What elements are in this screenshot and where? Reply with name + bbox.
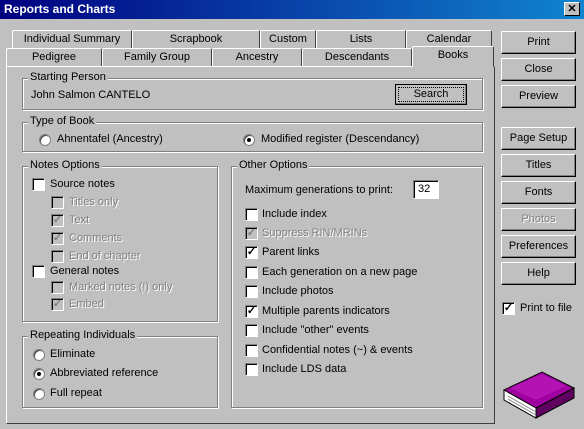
notes-options-legend: Notes Options	[28, 159, 102, 171]
comments-label: Comments	[69, 232, 123, 244]
source-notes-checkbox[interactable]	[32, 178, 45, 191]
generation-new-page-label: Each generation on a new page	[262, 266, 418, 278]
page-setup-button[interactable]: Page Setup	[501, 127, 576, 150]
preview-button[interactable]: Preview	[501, 85, 576, 108]
multiple-parents-checkbox[interactable]: ✓	[245, 305, 258, 318]
marked-notes-checkbox[interactable]	[51, 281, 64, 294]
tab-descendants[interactable]: Descendants	[302, 48, 412, 66]
tab-lists[interactable]: Lists	[316, 30, 406, 48]
max-generations-input[interactable]: 32	[413, 180, 439, 199]
tab-individual-summary[interactable]: Individual Summary	[12, 30, 132, 48]
eliminate-label: Eliminate	[50, 348, 96, 360]
starting-person-legend: Starting Person	[28, 71, 108, 83]
parent-links-label: Parent links	[262, 246, 320, 258]
max-generations-label: Maximum generations to print:	[245, 184, 393, 196]
print-to-file-checkbox[interactable]: ✓	[502, 302, 515, 315]
include-photos-label: Include photos	[262, 285, 334, 297]
embed-checkbox[interactable]: ✓	[51, 298, 64, 311]
include-lds-checkbox[interactable]	[245, 363, 258, 376]
notes-options-group: Notes Options Source notes Titles only ✓…	[22, 159, 218, 322]
multiple-parents-label: Multiple parents indicators	[262, 305, 390, 317]
include-index-label: Include index	[262, 208, 327, 220]
tab-books[interactable]: Books	[412, 46, 494, 67]
generation-new-page-checkbox[interactable]	[245, 266, 258, 279]
include-other-events-label: Include "other" events	[262, 324, 369, 336]
close-button[interactable]: ✕	[564, 2, 580, 16]
titles-only-checkbox[interactable]	[51, 196, 64, 209]
include-lds-label: Include LDS data	[262, 363, 347, 375]
radio-selected-dot	[247, 138, 251, 142]
general-notes-label: General notes	[50, 265, 120, 277]
general-notes-checkbox[interactable]	[32, 265, 45, 278]
print-button[interactable]: Print	[501, 31, 576, 54]
confidential-notes-label: Confidential notes (~) & events	[262, 344, 413, 356]
type-of-book-legend: Type of Book	[28, 115, 97, 127]
source-notes-label: Source notes	[50, 178, 115, 190]
book-icon	[502, 371, 576, 419]
preferences-button[interactable]: Preferences	[501, 235, 576, 258]
photos-button[interactable]: Photos	[501, 208, 576, 231]
starting-person-name: John Salmon CANTELO	[31, 89, 151, 101]
ahnentafel-radio[interactable]	[39, 134, 51, 146]
modified-register-radio[interactable]	[243, 134, 255, 146]
starting-person-group: Starting Person John Salmon CANTELO Sear…	[22, 71, 483, 110]
repeating-legend: Repeating Individuals	[28, 329, 138, 341]
window-title: Reports and Charts	[4, 2, 116, 16]
tab-family-group[interactable]: Family Group	[102, 48, 212, 66]
end-of-chapter-checkbox[interactable]	[51, 250, 64, 263]
print-to-file-label: Print to file	[520, 302, 572, 314]
other-options-legend: Other Options	[237, 159, 310, 171]
embed-label: Embed	[69, 298, 104, 310]
help-button[interactable]: Help	[501, 262, 576, 285]
end-of-chapter-label: End of chapter	[69, 250, 141, 262]
radio-selected-dot	[37, 372, 41, 376]
repeating-individuals-group: Repeating Individuals Eliminate Abbrevia…	[22, 329, 218, 408]
text-checkbox[interactable]: ✓	[51, 214, 64, 227]
search-button[interactable]: Search	[395, 84, 467, 105]
tab-scrapbook[interactable]: Scrapbook	[132, 30, 260, 48]
eliminate-radio[interactable]	[33, 349, 45, 361]
other-options-group: Other Options Maximum generations to pri…	[231, 159, 483, 408]
fonts-button[interactable]: Fonts	[501, 181, 576, 204]
modified-register-label: Modified register (Descendancy)	[261, 133, 420, 145]
abbreviated-reference-label: Abbreviated reference	[50, 367, 159, 379]
parent-links-checkbox[interactable]: ✓	[245, 246, 258, 259]
abbreviated-reference-radio[interactable]	[33, 368, 45, 380]
suppress-rin-label: Suppress RIN/MRINs	[262, 227, 368, 239]
confidential-notes-checkbox[interactable]	[245, 344, 258, 357]
full-repeat-radio[interactable]	[33, 388, 45, 400]
comments-checkbox[interactable]: ✓	[51, 232, 64, 245]
text-label: Text	[69, 214, 90, 226]
full-repeat-label: Full repeat	[50, 387, 102, 399]
type-of-book-group: Type of Book Ahnentafel (Ancestry) Modif…	[22, 115, 483, 152]
titles-only-label: Titles only	[69, 196, 119, 208]
tab-custom[interactable]: Custom	[260, 30, 316, 48]
suppress-rin-checkbox[interactable]: ✓	[245, 227, 258, 240]
include-index-checkbox[interactable]	[245, 208, 258, 221]
marked-notes-label: Marked notes (!) only	[69, 281, 173, 293]
include-photos-checkbox[interactable]	[245, 285, 258, 298]
titles-button[interactable]: Titles	[501, 154, 576, 177]
tab-pedigree[interactable]: Pedigree	[6, 48, 102, 66]
include-other-events-checkbox[interactable]	[245, 324, 258, 337]
tab-ancestry[interactable]: Ancestry	[212, 48, 302, 66]
ahnentafel-label: Ahnentafel (Ancestry)	[57, 133, 163, 145]
close-dialog-button[interactable]: Close	[501, 58, 576, 81]
